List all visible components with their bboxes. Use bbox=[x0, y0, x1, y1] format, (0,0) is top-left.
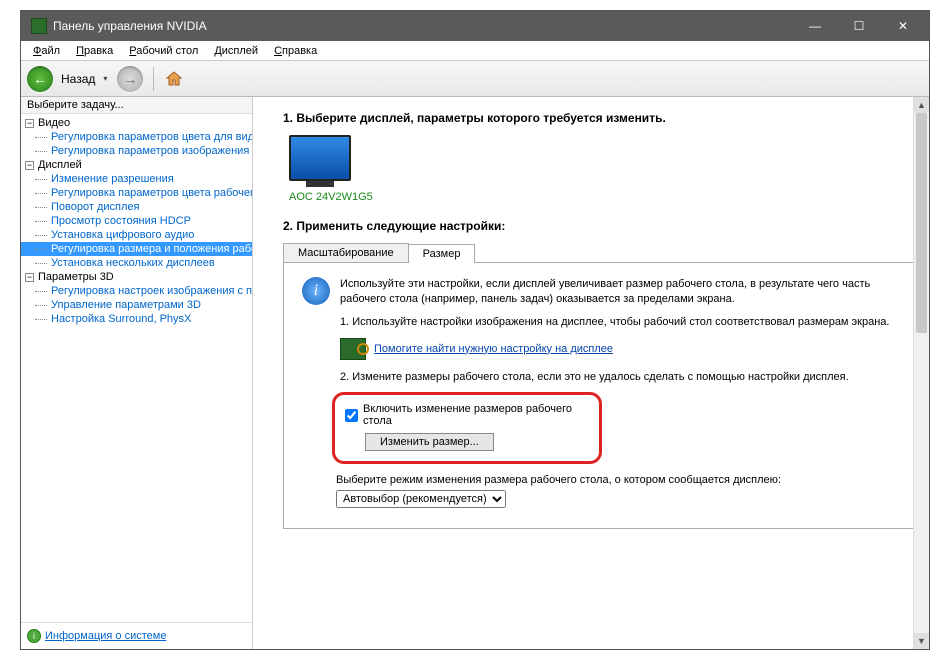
tree-cat-3d[interactable]: −Параметры 3D bbox=[21, 270, 252, 284]
toolbar-separator bbox=[153, 67, 154, 91]
enable-resize-row[interactable]: Включить изменение размеров рабочего сто… bbox=[345, 403, 589, 427]
resize-highlight: Включить изменение размеров рабочего сто… bbox=[332, 392, 602, 464]
content-pane: 1. Выберите дисплей, параметры которого … bbox=[253, 97, 929, 649]
scroll-thumb[interactable] bbox=[916, 113, 927, 333]
tree-cat-video[interactable]: −Видео bbox=[21, 116, 252, 130]
display-thumbnail[interactable]: AOC 24V2W1G5 bbox=[289, 135, 373, 203]
tree-resolution[interactable]: Изменение разрешения bbox=[21, 172, 252, 186]
tree-hdcp[interactable]: Просмотр состояния HDCP bbox=[21, 214, 252, 228]
app-window: Панель управления NVIDIA — ☐ ✕ Файл Прав… bbox=[20, 10, 930, 650]
titlebar[interactable]: Панель управления NVIDIA — ☐ ✕ bbox=[21, 11, 929, 41]
toolbar: ← Назад ▾ → bbox=[21, 61, 929, 97]
system-info-link[interactable]: Информация о системе bbox=[45, 630, 166, 642]
task-tree[interactable]: −Видео Регулировка параметров цвета для … bbox=[21, 114, 252, 622]
body: Выберите задачу... −Видео Регулировка па… bbox=[21, 97, 929, 649]
tree-video-color[interactable]: Регулировка параметров цвета для вид bbox=[21, 130, 252, 144]
content-scroll[interactable]: 1. Выберите дисплей, параметры которого … bbox=[283, 107, 915, 639]
vertical-scrollbar[interactable]: ▲ ▼ bbox=[913, 97, 929, 649]
tree-audio[interactable]: Установка цифрового аудио bbox=[21, 228, 252, 242]
mode-label: Выберите режим изменения размера рабочег… bbox=[336, 474, 896, 486]
close-button[interactable]: ✕ bbox=[881, 12, 925, 40]
tree-3d-manage[interactable]: Управление параметрами 3D bbox=[21, 298, 252, 312]
home-button[interactable] bbox=[164, 69, 184, 89]
monitor-icon bbox=[289, 135, 351, 181]
tabs: Масштабирование Размер bbox=[283, 243, 915, 263]
info-icon: i bbox=[302, 277, 330, 305]
scroll-up-icon[interactable]: ▲ bbox=[914, 97, 929, 113]
menu-help[interactable]: Справка bbox=[266, 43, 325, 59]
enable-resize-checkbox[interactable] bbox=[345, 409, 358, 422]
help-row: Помогите найти нужную настройку на диспл… bbox=[340, 338, 896, 360]
substep-1: 1. Используйте настройки изображения на … bbox=[340, 315, 896, 330]
collapse-icon[interactable]: − bbox=[25, 161, 34, 170]
collapse-icon[interactable]: − bbox=[25, 273, 34, 282]
back-button[interactable]: ← bbox=[27, 66, 53, 92]
step2-title: 2. Применить следующие настройки: bbox=[283, 219, 915, 233]
tree-3d-surround[interactable]: Настройка Surround, PhysX bbox=[21, 312, 252, 326]
window-title: Панель управления NVIDIA bbox=[53, 19, 793, 33]
tab-scaling[interactable]: Масштабирование bbox=[283, 243, 409, 262]
monitor-name: AOC 24V2W1G5 bbox=[289, 191, 373, 203]
resize-mode-select[interactable]: Автовыбор (рекомендуется) bbox=[336, 490, 506, 508]
step1-title: 1. Выберите дисплей, параметры которого … bbox=[283, 111, 915, 125]
menu-display[interactable]: Дисплей bbox=[206, 43, 266, 59]
info-text: Используйте эти настройки, если дисплей … bbox=[340, 277, 896, 307]
tree-rotate[interactable]: Поворот дисплея bbox=[21, 200, 252, 214]
menu-desktop[interactable]: Рабочий стол bbox=[121, 43, 206, 59]
menu-edit[interactable]: Правка bbox=[68, 43, 121, 59]
resize-button[interactable]: Изменить размер... bbox=[365, 433, 494, 451]
menubar: Файл Правка Рабочий стол Дисплей Справка bbox=[21, 41, 929, 61]
sidebar-header: Выберите задачу... bbox=[21, 97, 252, 114]
system-info-row: i Информация о системе bbox=[21, 622, 252, 649]
back-dropdown-icon[interactable]: ▾ bbox=[101, 74, 113, 83]
tab-panel-size: i Используйте эти настройки, если диспле… bbox=[283, 263, 915, 529]
back-label: Назад bbox=[57, 72, 97, 86]
info-row: i Используйте эти настройки, если диспле… bbox=[302, 277, 896, 307]
enable-resize-label: Включить изменение размеров рабочего сто… bbox=[363, 403, 589, 427]
tree-desktop-color[interactable]: Регулировка параметров цвета рабочег bbox=[21, 186, 252, 200]
tree-multi-display[interactable]: Установка нескольких дисплеев bbox=[21, 256, 252, 270]
tree-resize-position[interactable]: Регулировка размера и положения рабо bbox=[21, 242, 252, 256]
forward-button[interactable]: → bbox=[117, 66, 143, 92]
tree-video-image[interactable]: Регулировка параметров изображения д bbox=[21, 144, 252, 158]
info-icon: i bbox=[27, 629, 41, 643]
display-search-icon bbox=[340, 338, 366, 360]
collapse-icon[interactable]: − bbox=[25, 119, 34, 128]
home-icon bbox=[165, 70, 183, 88]
help-find-setting-link[interactable]: Помогите найти нужную настройку на диспл… bbox=[374, 343, 613, 355]
substep-2: 2. Измените размеры рабочего стола, если… bbox=[340, 370, 896, 385]
menu-file[interactable]: Файл bbox=[25, 43, 68, 59]
scroll-down-icon[interactable]: ▼ bbox=[914, 633, 929, 649]
sidebar: Выберите задачу... −Видео Регулировка па… bbox=[21, 97, 253, 649]
maximize-button[interactable]: ☐ bbox=[837, 12, 881, 40]
nvidia-icon bbox=[31, 18, 47, 34]
tree-3d-image[interactable]: Регулировка настроек изображения с пр bbox=[21, 284, 252, 298]
tab-size[interactable]: Размер bbox=[408, 244, 476, 263]
minimize-button[interactable]: — bbox=[793, 12, 837, 40]
tree-cat-display[interactable]: −Дисплей bbox=[21, 158, 252, 172]
